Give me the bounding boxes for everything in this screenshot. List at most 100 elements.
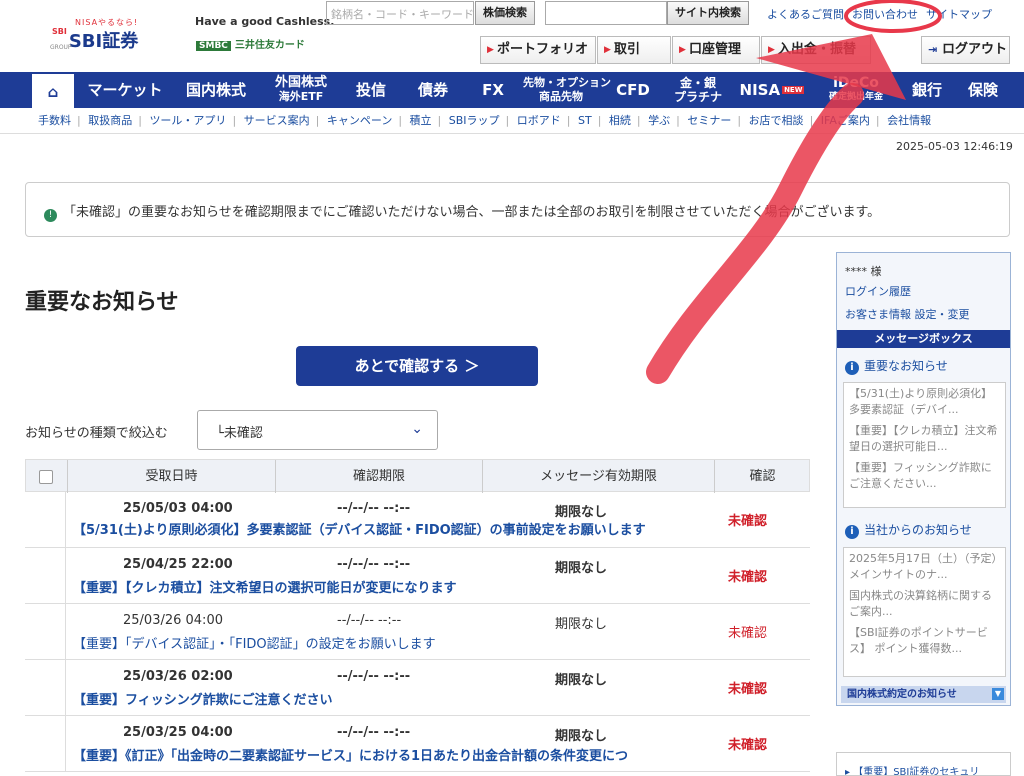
notice-table: 受取日時 確認期限 メッセージ有効期限 確認 25/05/03 04:00 --…	[25, 459, 810, 772]
valid-period: 期限なし	[555, 673, 608, 688]
nav-nisa[interactable]: NISA NEW	[736, 72, 808, 108]
nav-nisa-label: NISA	[739, 81, 781, 99]
main-nav: ⌂ マーケット 国内株式 外国株式 海外ETF 投信 債券 FX 先物・オプション…	[0, 72, 1024, 108]
sub-nav: 手数料 | 取扱商品 | ツール・アプリ | サービス案内 | キャンペーン | 積立 | …	[0, 108, 1024, 134]
arrow-down-icon: ▼	[992, 688, 1004, 700]
nav-fx[interactable]: FX	[468, 72, 518, 108]
subnav-item[interactable]: サービス案内	[244, 114, 310, 127]
subnav-separator: |	[875, 114, 880, 127]
sidebar-notice-item[interactable]: 【SBI証券のポイントサービス】 ポイント獲得数...	[849, 625, 1000, 657]
trade-label: 取引	[614, 42, 641, 57]
notice-link[interactable]: 【重要】「デバイス認証」・「FIDO認証」の設定をお願いします	[73, 637, 673, 653]
subnav-item[interactable]: 取扱商品	[88, 114, 132, 127]
site-search-button[interactable]: サイト内検索	[667, 1, 749, 25]
deadline: --/--/-- --:--	[337, 669, 411, 684]
cashless-banner[interactable]: Have a good Cashless.	[195, 15, 334, 28]
subnav-item[interactable]: ツール・アプリ	[149, 114, 226, 127]
table-row[interactable]: 25/04/25 22:00 --/--/-- --:-- 期限なし 未確認 【…	[25, 548, 810, 604]
subnav-item[interactable]: 会社情報	[887, 114, 931, 127]
subnav-item[interactable]: 学ぶ	[648, 114, 670, 127]
notice-link[interactable]: 【5/31(土)より原則必須化】多要素認証（デバイス認証・FIDO認証）の事前設…	[73, 523, 673, 539]
logo-text: SBI証券	[68, 31, 139, 52]
smbc-banner[interactable]: SMBC 三井住友カード	[196, 36, 305, 51]
alert-box: ! 「未確認」の重要なお知らせを確認期限までにご確認いただけない場合、一部または全…	[25, 182, 1010, 237]
company-notices-link[interactable]: i 当社からのお知らせ	[845, 521, 972, 539]
sidebar-notice-item[interactable]: 【5/31(土)より原則必須化】多要素認証（デバイ...	[849, 386, 1000, 418]
arrow-right-icon: ▶	[604, 45, 611, 55]
price-search-button[interactable]: 株価検索	[475, 1, 535, 25]
account-button[interactable]: ▶ 口座管理	[672, 36, 760, 64]
login-history-link[interactable]: ログイン履歴	[845, 283, 911, 299]
subnav-item[interactable]: 手数料	[38, 114, 71, 127]
valid-period: 期限なし	[555, 561, 608, 576]
nav-foreign-stock[interactable]: 外国株式 海外ETF	[263, 72, 339, 108]
logout-button[interactable]: ⇥ ログアウト	[921, 36, 1010, 64]
subnav-item[interactable]: ロボアド	[517, 114, 561, 127]
customer-info-link[interactable]: お客さま情報 設定・変更	[845, 306, 970, 322]
table-row[interactable]: 25/05/03 04:00 --/--/-- --:-- 期限なし 未確認 【…	[25, 492, 810, 548]
trade-button[interactable]: ▶ 取引	[597, 36, 671, 64]
arrow-right-icon: ▶	[679, 45, 686, 55]
sitemap-link[interactable]: サイトマップ	[926, 8, 992, 21]
important-notices-link[interactable]: i 重要なお知らせ	[845, 357, 948, 375]
subnav-separator: |	[77, 114, 81, 127]
received-date: 25/03/25 04:00	[123, 725, 233, 740]
contract-notice-label: 国内株式約定のお知らせ	[847, 689, 957, 700]
nav-futures[interactable]: 先物・オプション 商品先物	[523, 72, 611, 108]
security-link-label: 【重要】SBI証券のセキュリ	[853, 767, 980, 776]
valid-period: 期限なし	[555, 617, 608, 632]
nav-insurance[interactable]: 保険	[958, 72, 1008, 108]
sidebar-notice-item[interactable]: 2025年5月17日（土）（予定）メインサイトのナ...	[849, 551, 1000, 583]
site-search-input[interactable]	[545, 1, 667, 25]
nav-bond[interactable]: 債券	[404, 72, 462, 108]
stock-search-input[interactable]: 銘柄名・コード・キーワード	[326, 1, 474, 25]
table-row[interactable]: 25/03/26 02:00 --/--/-- --:-- 期限なし 未確認 【…	[25, 660, 810, 716]
nav-domestic-stock[interactable]: 国内株式	[176, 72, 256, 108]
sidebar-security-link[interactable]: ▸ 【重要】SBI証券のセキュリ	[836, 752, 1011, 776]
deadline: --/--/-- --:--	[337, 501, 411, 516]
subnav-item[interactable]: IFAご案内	[821, 114, 870, 127]
filter-select[interactable]: └未確認 ⌄	[197, 410, 438, 450]
notice-link[interactable]: 【重要】《訂正》「出金時の二要素認証サービス」における1日あたり出金合計額の条件…	[73, 749, 673, 765]
subnav-separator: |	[566, 114, 571, 127]
nav-cfd[interactable]: CFD	[605, 72, 661, 108]
alert-text: 「未確認」の重要なお知らせを確認期限までにご確認いただけない場合、一部または全部…	[63, 205, 881, 220]
subnav-item[interactable]: ST	[578, 114, 592, 127]
sidebar-notice-item[interactable]: 国内株式の決算銘柄に関するご案内...	[849, 588, 1000, 620]
subnav-separator: |	[597, 114, 602, 127]
notice-link[interactable]: 【重要】【クレカ積立】注文希望日の選択可能日が変更になります	[73, 581, 673, 597]
deposit-button[interactable]: ▶ 入出金・振替	[761, 36, 871, 64]
deadline: --/--/-- --:--	[337, 557, 411, 572]
faq-link[interactable]: よくあるご質問	[767, 8, 844, 21]
home-icon[interactable]: ⌂	[30, 72, 76, 108]
subnav-separator: |	[505, 114, 510, 127]
subnav-item[interactable]: セミナー	[687, 114, 731, 127]
company-notices-title: 当社からのお知らせ	[864, 523, 972, 537]
nav-bank[interactable]: 銀行	[902, 72, 952, 108]
table-row[interactable]: 25/03/26 04:00 --/--/-- --:-- 期限なし 未確認 【…	[25, 604, 810, 660]
valid-period: 期限なし	[555, 729, 608, 744]
nav-futures-line2: 商品先物	[539, 90, 583, 103]
received-date: 25/04/25 22:00	[123, 557, 233, 572]
select-all-checkbox[interactable]	[39, 470, 53, 484]
sidebar-notice-item[interactable]: 【重要】フィッシング詐欺にご注意ください...	[849, 460, 1000, 492]
nav-gold[interactable]: 金・銀 プラチナ	[666, 72, 730, 108]
nav-fund[interactable]: 投信	[344, 72, 398, 108]
subnav-item[interactable]: 積立	[410, 114, 432, 127]
logout-label: ログアウト	[942, 42, 1008, 57]
contract-notice-bar[interactable]: 国内株式約定のお知らせ ▼	[841, 686, 1006, 703]
confirm-later-button[interactable]: あとで確認する ＞	[296, 346, 538, 386]
subnav-item[interactable]: お店で相談	[749, 114, 804, 127]
subnav-item[interactable]: SBIラップ	[449, 114, 500, 127]
nav-ideco[interactable]: iDeCo 確定拠出年金	[814, 72, 898, 108]
nav-market[interactable]: マーケット	[82, 72, 168, 108]
important-notices-list: 【5/31(土)より原則必須化】多要素認証（デバイ... 【重要】【クレカ積立】…	[843, 382, 1006, 508]
subnav-item[interactable]: 相続	[609, 114, 631, 127]
subnav-item[interactable]: キャンペーン	[327, 114, 392, 127]
sidebar-notice-item[interactable]: 【重要】【クレカ積立】注文希望日の選択可能日...	[849, 423, 1000, 455]
contact-link[interactable]: お問い合わせ	[852, 8, 918, 21]
table-row[interactable]: 25/03/25 04:00 --/--/-- --:-- 期限なし 未確認 【…	[25, 716, 810, 772]
portfolio-button[interactable]: ▶ ポートフォリオ	[480, 36, 596, 64]
smbc-logo: SMBC	[196, 41, 231, 51]
notice-link[interactable]: 【重要】フィッシング詐欺にご注意ください	[73, 693, 673, 709]
